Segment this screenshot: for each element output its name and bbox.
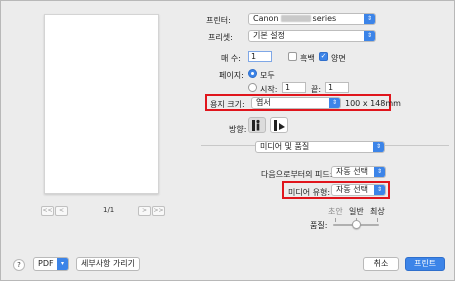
help-button[interactable]: ? [13,259,25,271]
page-preview [44,14,159,194]
page-indicator: 1/1 [103,206,115,214]
print-dialog: << < 1/1 > >> 프린터: Canon series ⇕ 프리셋: 기본… [0,0,455,281]
bw-label: 흑백 [300,54,315,63]
paper-size-dimensions: 100 x 148mm [345,99,401,108]
bw-checkbox[interactable] [288,52,297,61]
cancel-button[interactable]: 취소 [363,257,399,271]
chevron-updown-icon: ⇕ [329,98,340,108]
last-page-button[interactable]: >> [152,206,165,216]
pdf-label: PDF [38,259,54,268]
chevron-updown-icon: ⇕ [374,167,385,177]
pages-all-radio[interactable] [248,69,257,78]
pages-label: 페이지: [219,71,244,80]
paper-size-value: 엽서 [256,98,271,107]
printer-label: 프린터: [206,16,231,25]
printer-select[interactable]: Canon series ⇕ [248,13,376,25]
chevron-down-icon: ▾ [57,258,68,270]
quality-slider-knob[interactable] [352,220,361,229]
feed-from-label: 다음으로부터의 피드: [261,170,333,179]
duplex-label: 양면 [331,54,346,63]
media-type-value: 자동 선택 [336,185,368,194]
quality-tick-draft [335,218,336,222]
preview-panel: << < 1/1 > >> [7,7,195,247]
redacted-model [280,15,311,22]
print-button[interactable]: 프린트 [405,257,445,271]
printer-name-suffix: series [312,14,337,23]
copies-label: 매 수: [221,54,241,63]
preset-label: 프리셋: [208,33,233,42]
preset-select[interactable]: 기본 설정 ⇕ [248,30,376,42]
paper-size-label: 용지 크기: [210,100,245,109]
portrait-button[interactable] [248,117,266,133]
pdf-menu-button[interactable]: PDF ▾ [33,257,69,271]
duplex-checkbox[interactable]: ✓ [319,52,328,61]
printer-name-prefix: Canon [253,14,279,23]
landscape-icon [274,120,285,131]
feed-from-select[interactable]: 자동 선택 ⇕ [331,166,386,178]
orientation-label: 방향: [229,125,247,134]
pages-range-radio[interactable] [248,83,257,92]
section-menu-value: 미디어 및 품질 [260,142,310,151]
chevron-updown-icon: ⇕ [373,142,384,152]
chevron-updown-icon: ⇕ [364,14,375,24]
hide-details-button[interactable]: 세부사항 가리기 [76,257,140,271]
media-type-label: 미디어 유형: [288,188,331,197]
pages-from-input[interactable]: 1 [282,82,306,93]
chevron-updown-icon: ⇕ [374,185,385,195]
paper-size-select[interactable]: 엽서 ⇕ [251,97,341,109]
page-navigator: << < 1/1 > >> [41,205,166,217]
quality-draft-label: 초안 [328,207,343,216]
portrait-icon [252,119,260,131]
quality-normal-label: 일반 [349,207,364,216]
quality-label: 품질: [310,221,328,230]
quality-best-label: 최상 [370,207,385,216]
media-type-select[interactable]: 자동 선택 ⇕ [331,184,386,196]
pages-to-input[interactable]: 1 [325,82,349,93]
prev-page-button[interactable]: < [55,206,68,216]
preset-value: 기본 설정 [253,31,285,40]
section-menu-select[interactable]: 미디어 및 품질 ⇕ [255,141,385,153]
landscape-button[interactable] [270,117,288,133]
pages-all-label: 모두 [260,71,275,80]
first-page-button[interactable]: << [41,206,54,216]
copies-input[interactable]: 1 [248,51,272,62]
quality-tick-best [377,218,378,222]
next-page-button[interactable]: > [138,206,151,216]
feed-from-value: 자동 선택 [336,167,368,176]
chevron-updown-icon: ⇕ [364,31,375,41]
